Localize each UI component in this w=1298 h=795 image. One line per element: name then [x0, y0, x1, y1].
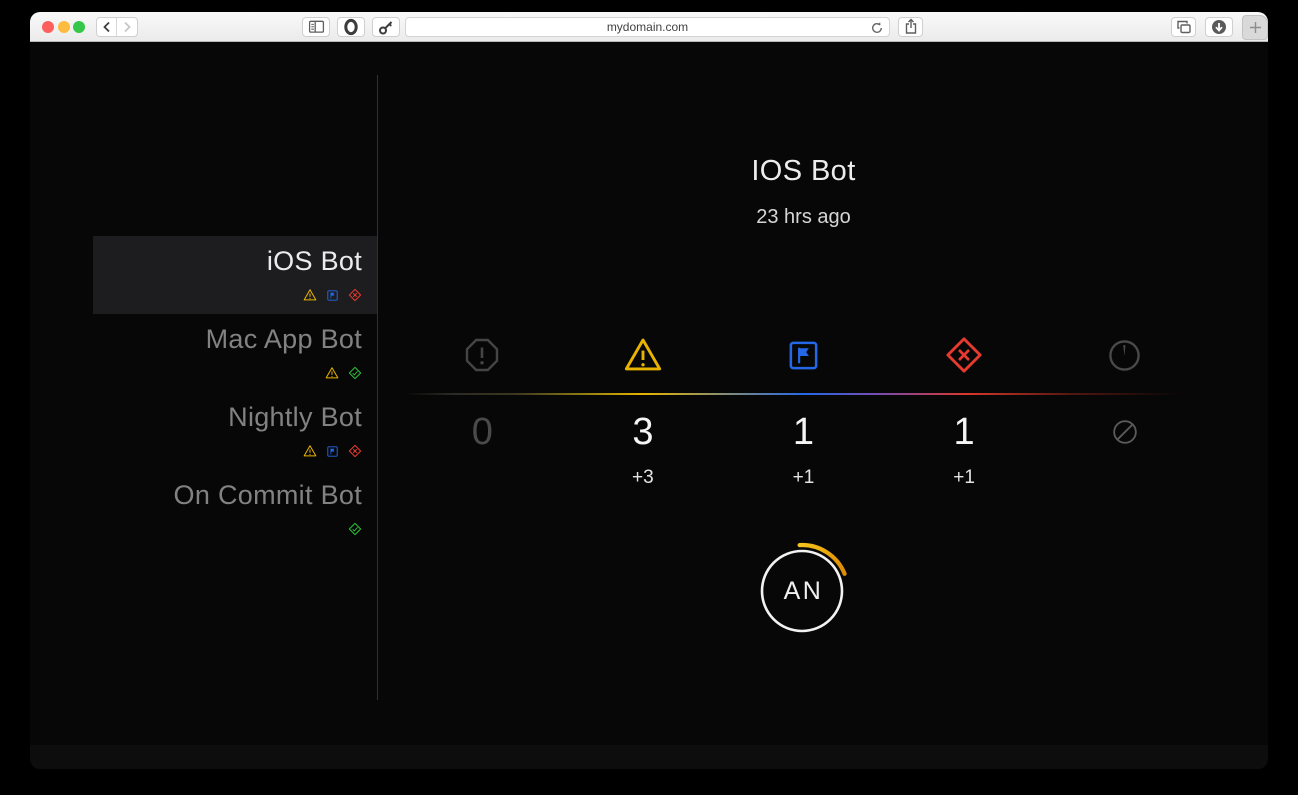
browser-toolbar: mydomain.com [30, 12, 1268, 42]
bot-name: On Commit Bot [93, 475, 377, 515]
analysis-issues-count: 1 [723, 410, 884, 454]
failed-tests-delta: +1 [884, 467, 1045, 489]
warnings-delta: +3 [563, 467, 724, 489]
bottom-band [30, 745, 1268, 769]
no-duration-icon [1044, 410, 1205, 454]
test-failure-icon [348, 444, 362, 458]
stat-icons-row [402, 335, 1205, 375]
bot-status-icons [93, 437, 377, 465]
tab-overview-button[interactable] [1171, 17, 1196, 37]
share-button[interactable] [898, 17, 923, 37]
bot-status-icons [93, 359, 377, 387]
warning-icon [303, 288, 317, 302]
errors-delta [402, 467, 563, 489]
sidebar-item-on-commit-bot[interactable]: On Commit Bot [93, 470, 377, 548]
analysis-icon [326, 289, 339, 302]
stat-deltas-row: +3 +1 +1 [402, 467, 1205, 489]
browser-window: mydomain.com [30, 12, 1268, 769]
status-gradient-line [405, 393, 1197, 395]
clock-icon [1044, 335, 1205, 375]
success-icon [348, 366, 362, 380]
sidebar-item-ios-bot[interactable]: iOS Bot [93, 236, 377, 314]
success-icon [348, 522, 362, 536]
analysis-issues-delta: +1 [723, 467, 884, 489]
analysis-icon [326, 445, 339, 458]
sidebar-toggle-button[interactable] [302, 17, 330, 37]
bot-name: Mac App Bot [93, 319, 377, 359]
error-octagon-icon [402, 335, 563, 375]
sidebar-divider [377, 75, 378, 700]
test-failure-icon [348, 288, 362, 302]
address-bar[interactable]: mydomain.com [405, 17, 890, 37]
bot-status-icons [93, 281, 377, 309]
extension-o-icon [342, 18, 360, 36]
stat-values-row: 0 3 1 1 [402, 410, 1205, 454]
warning-triangle-icon [563, 335, 724, 375]
back-icon [100, 20, 114, 34]
bot-name: Nightly Bot [93, 397, 377, 437]
duration-delta [1044, 467, 1205, 489]
new-tab-icon [1249, 21, 1262, 34]
nav-button-group [96, 17, 138, 37]
sidebar-toggle-icon [307, 18, 326, 35]
warning-icon [303, 444, 317, 458]
sidebar-item-mac-app-bot[interactable]: Mac App Bot [93, 314, 377, 392]
bot-name: iOS Bot [93, 241, 377, 281]
back-button[interactable] [97, 18, 117, 36]
bot-detail-title: IOS Bot [402, 155, 1205, 188]
reload-icon[interactable] [870, 21, 884, 35]
test-failure-icon [884, 335, 1045, 375]
page-content: iOS Bot Mac App Bot Nightly Bot [30, 42, 1268, 769]
errors-count: 0 [402, 410, 563, 454]
forward-button[interactable] [117, 18, 137, 36]
bot-status-icons [93, 515, 377, 543]
forward-icon [120, 20, 134, 34]
downloads-button[interactable] [1205, 17, 1233, 37]
close-window-button[interactable] [42, 21, 54, 33]
progress-label: AN [752, 541, 852, 641]
address-bar-url: mydomain.com [607, 20, 688, 34]
integration-progress-indicator: AN [752, 541, 852, 641]
sidebar-item-nightly-bot[interactable]: Nightly Bot [93, 392, 377, 470]
bot-list: iOS Bot Mac App Bot Nightly Bot [93, 236, 377, 548]
key-icon [377, 18, 395, 36]
failed-tests-count: 1 [884, 410, 1045, 454]
downloads-icon [1211, 19, 1227, 35]
new-tab-button[interactable] [1242, 15, 1268, 40]
tab-overview-icon [1175, 19, 1192, 35]
warnings-count: 3 [563, 410, 724, 454]
bot-last-run: 23 hrs ago [402, 206, 1205, 229]
share-icon [903, 18, 919, 35]
minimize-window-button[interactable] [58, 21, 70, 33]
warning-icon [325, 366, 339, 380]
zoom-window-button[interactable] [73, 21, 85, 33]
key-extension-button[interactable] [372, 17, 400, 37]
extension-o-button[interactable] [337, 17, 365, 37]
analysis-flag-icon [723, 335, 884, 375]
